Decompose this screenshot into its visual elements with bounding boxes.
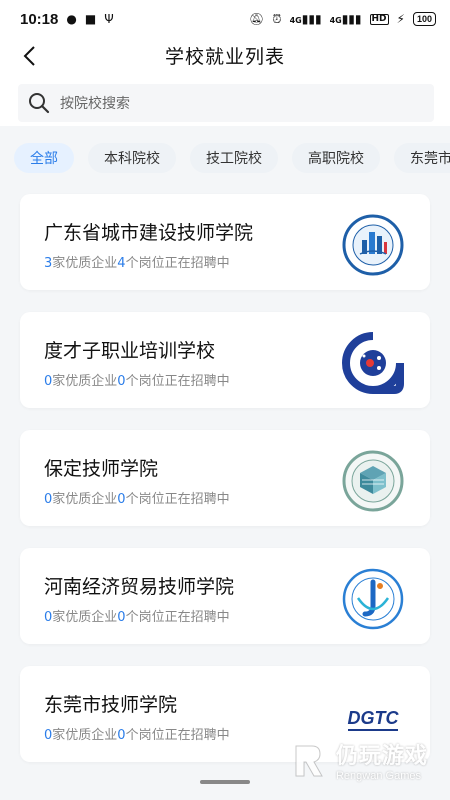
- company-label: 家优质企业: [52, 610, 118, 625]
- alarm-icon: ⏰︎: [272, 12, 282, 26]
- position-count: 0: [117, 610, 126, 625]
- signal-label: 4G: [289, 16, 302, 25]
- chat-bubble-icon: ●: [66, 12, 77, 26]
- mute-icon: 🔕︎: [249, 12, 265, 26]
- status-time: 10:18: [20, 10, 59, 28]
- school-stats: 0家优质企业0个岗位正在招聘中: [44, 370, 230, 389]
- school-logo-icon: [342, 568, 404, 630]
- company-label: 家优质企业: [52, 256, 118, 271]
- status-left: 10:18 ● ■ Ψ: [20, 11, 114, 28]
- search-icon: [29, 93, 50, 114]
- usb-icon: Ψ: [104, 12, 114, 26]
- school-card[interactable]: 度才子职业培训学校 0家优质企业0个岗位正在招聘中: [20, 312, 430, 408]
- status-right: 🔕︎ ⏰︎ 4G▮▮▮ 4G▮▮▮ HD ⚡︎ 100: [249, 12, 436, 26]
- company-label: 家优质企业: [52, 492, 118, 507]
- tab-technical[interactable]: 技工院校: [190, 143, 278, 173]
- watermark-sub: Rengwan Games: [335, 770, 421, 782]
- watermark: 仍玩游戏 Rengwan Games: [290, 738, 428, 782]
- hd-icon: HD: [369, 13, 389, 25]
- signal-label-2: 4G: [329, 16, 342, 25]
- search-bar: 按院校搜索: [0, 74, 450, 126]
- school-name: 保定技师学院: [44, 458, 159, 480]
- page-title: 学校就业列表: [164, 46, 285, 68]
- school-name: 东莞市技师学院: [44, 694, 178, 716]
- school-card[interactable]: 保定技师学院 0家优质企业0个岗位正在招聘中: [20, 430, 430, 526]
- watermark-text: 仍玩游戏 Rengwan Games: [336, 738, 428, 782]
- position-label: 个岗位正在招聘中: [125, 492, 230, 507]
- position-count: 0: [117, 492, 126, 507]
- school-logo-icon: [342, 332, 404, 394]
- home-indicator[interactable]: [200, 780, 250, 784]
- school-name: 广东省城市建设技师学院: [44, 222, 254, 244]
- tab-undergraduate[interactable]: 本科院校: [88, 143, 176, 173]
- school-stats: 3家优质企业4个岗位正在招聘中: [44, 252, 230, 271]
- position-count: 0: [117, 374, 126, 389]
- school-logo-icon: [342, 450, 404, 512]
- position-count: 4: [117, 256, 126, 271]
- watermark-main: 仍玩游戏: [335, 744, 428, 769]
- school-list: 广东省城市建设技师学院 3家优质企业4个岗位正在招聘中 度才子职业培训学校 0家…: [20, 194, 430, 784]
- company-label: 家优质企业: [52, 728, 118, 743]
- signal-icon: 4G▮▮▮: [289, 12, 322, 26]
- status-bar: 10:18 ● ■ Ψ 🔕︎ ⏰︎ 4G▮▮▮ 4G▮▮▮ HD ⚡︎ 100: [0, 0, 450, 38]
- school-stats: 0家优质企业0个岗位正在招聘中: [44, 606, 230, 625]
- charging-icon: ⚡︎: [396, 12, 405, 26]
- watermark-logo-icon: [295, 745, 323, 777]
- school-name: 河南经济贸易技师学院: [44, 576, 235, 598]
- tab-all[interactable]: 全部: [14, 143, 74, 173]
- position-label: 个岗位正在招聘中: [125, 728, 230, 743]
- dgtc-logo-text: DGTC: [348, 708, 400, 728]
- school-logo-icon: [342, 214, 404, 276]
- school-name: 度才子职业培训学校: [44, 340, 216, 362]
- school-stats: 0家优质企业0个岗位正在招聘中: [44, 488, 230, 507]
- battery-icon: 100: [412, 12, 436, 26]
- school-stats: 0家优质企业0个岗位正在招聘中: [44, 724, 230, 743]
- search-input[interactable]: 按院校搜索: [18, 84, 434, 122]
- position-label: 个岗位正在招聘中: [125, 374, 230, 389]
- position-count: 0: [117, 728, 126, 743]
- search-placeholder: 按院校搜索: [60, 96, 130, 112]
- app-notification-icon: ■: [84, 12, 97, 26]
- school-card[interactable]: 广东省城市建设技师学院 3家优质企业4个岗位正在招聘中: [20, 194, 430, 290]
- position-label: 个岗位正在招聘中: [125, 610, 230, 625]
- company-label: 家优质企业: [52, 374, 118, 389]
- school-card[interactable]: 河南经济贸易技师学院 0家优质企业0个岗位正在招聘中: [20, 548, 430, 644]
- category-tabs: 全部 本科院校 技工院校 高职院校 东莞市: [0, 140, 450, 176]
- signal-icon-2: 4G▮▮▮: [329, 12, 362, 26]
- header: 学校就业列表: [0, 38, 450, 74]
- position-label: 个岗位正在招聘中: [125, 256, 230, 271]
- tab-dongguan[interactable]: 东莞市: [394, 143, 450, 173]
- tab-vocational[interactable]: 高职院校: [292, 143, 380, 173]
